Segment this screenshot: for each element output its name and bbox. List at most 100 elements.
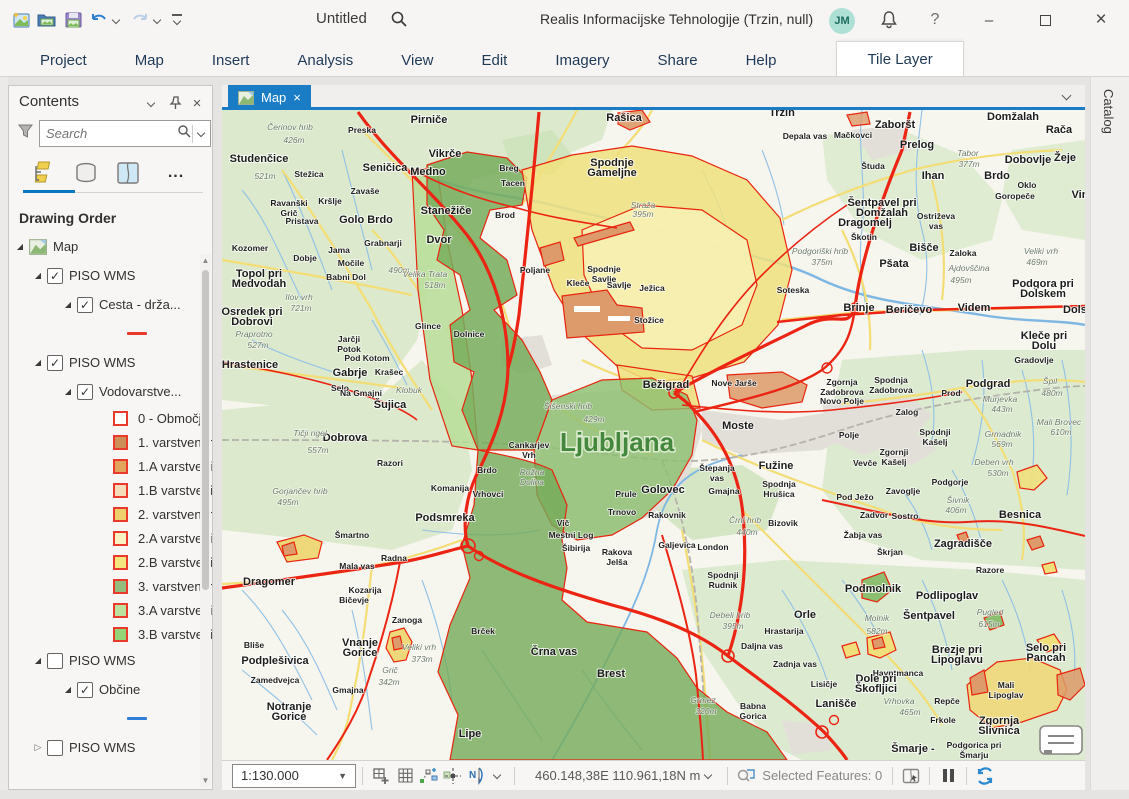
layer-visibility-checkbox[interactable]: ✓ xyxy=(77,297,93,313)
group-row[interactable]: ◢PISO WMS xyxy=(9,646,212,675)
scale-combobox[interactable]: 1:130.000 ▼ xyxy=(232,764,356,788)
pin-icon[interactable] xyxy=(166,95,184,111)
panel-close-icon[interactable]: × xyxy=(188,95,206,111)
select-features-icon[interactable] xyxy=(899,765,923,787)
open-project-icon[interactable] xyxy=(34,7,60,33)
group-row[interactable]: ◢✓PISO WMS xyxy=(9,348,212,377)
zoom-to-selection-icon[interactable] xyxy=(734,765,758,787)
group-row[interactable]: ▷PISO WMS xyxy=(9,733,212,762)
map-label: Vikrče xyxy=(429,148,462,160)
pause-drawing-icon[interactable] xyxy=(936,765,960,787)
layer-visibility-checkbox[interactable]: ✓ xyxy=(77,384,93,400)
redo-button[interactable] xyxy=(127,7,153,33)
line-symbol-row[interactable] xyxy=(9,319,212,348)
help-button[interactable]: ? xyxy=(912,0,958,40)
ribbon-tab-analysis[interactable]: Analysis xyxy=(273,45,377,76)
layer-visibility-checkbox[interactable]: ✓ xyxy=(47,355,63,371)
map-label: Zadnja vas xyxy=(773,659,817,669)
new-map-grid-icon[interactable] xyxy=(369,765,393,787)
expander-icon[interactable]: ◢ xyxy=(63,685,73,694)
legend-item[interactable]: 3.B varstveni xyxy=(9,622,212,646)
undo-dropdown-icon[interactable] xyxy=(112,16,121,25)
avatar[interactable]: JM xyxy=(829,8,855,34)
ribbon-tab-share[interactable]: Share xyxy=(634,45,722,76)
more-options-button[interactable]: ... xyxy=(161,158,191,188)
map-label: Dobje xyxy=(293,253,317,263)
snapping-icon[interactable] xyxy=(441,765,465,787)
ribbon-tab-imagery[interactable]: Imagery xyxy=(531,45,633,76)
ribbon-tab-project[interactable]: Project xyxy=(16,45,111,76)
legend-item[interactable]: 2.A varstveni xyxy=(9,526,212,550)
legend-item[interactable]: 2.B varstveni xyxy=(9,550,212,574)
map-tab-close-icon[interactable]: × xyxy=(293,90,301,105)
line-symbol-row[interactable] xyxy=(9,704,212,733)
list-by-selection-icon[interactable] xyxy=(113,158,143,188)
undo-button[interactable] xyxy=(86,7,112,33)
search-magnifier-icon[interactable] xyxy=(177,124,192,144)
layer-visibility-checkbox[interactable]: ✓ xyxy=(77,682,93,698)
layer-visibility-checkbox[interactable] xyxy=(47,653,63,669)
search-options-chevron-icon[interactable] xyxy=(197,129,206,138)
customize-quick-access-icon[interactable] xyxy=(172,14,182,26)
ribbon-tab-help[interactable]: Help xyxy=(722,45,801,76)
map-label: Podgrad xyxy=(966,378,1011,390)
map-label: Šmartno xyxy=(335,529,369,540)
legend-item[interactable]: 1.A varstveni xyxy=(9,454,212,478)
redo-dropdown-icon[interactable] xyxy=(153,16,162,25)
expander-icon[interactable]: ◢ xyxy=(33,358,43,367)
close-button[interactable]: × xyxy=(1078,0,1124,40)
map-attribution-button[interactable] xyxy=(1040,726,1082,754)
layer-row[interactable]: ◢✓Vodovarstve... xyxy=(9,377,212,406)
filter-icon[interactable] xyxy=(17,123,34,145)
north-options-chevron-icon[interactable] xyxy=(493,771,502,780)
ribbon-tab-map[interactable]: Map xyxy=(111,45,188,76)
map-canvas[interactable]: PirničePreskaČerinov hrib426mStudenčice5… xyxy=(222,110,1085,760)
legend-item[interactable]: 2. varstveni re xyxy=(9,502,212,526)
expander-icon[interactable]: ◢ xyxy=(33,656,43,665)
expander-icon[interactable]: ▷ xyxy=(33,742,43,753)
map-label: Polje xyxy=(839,430,860,440)
edit-vertices-icon[interactable] xyxy=(417,765,441,787)
contents-scrollbar[interactable]: ▲ ▼ xyxy=(200,254,211,787)
expander-icon[interactable]: ◢ xyxy=(63,387,73,396)
map-label: 440m xyxy=(736,527,757,537)
group-row[interactable]: ◢✓PISO WMS xyxy=(9,261,212,290)
save-project-icon[interactable] xyxy=(60,7,86,33)
legend-item[interactable]: 3. varstveni re xyxy=(9,574,212,598)
north-arrow-icon[interactable]: N xyxy=(465,765,489,787)
catalog-dock-tab[interactable]: Catalog xyxy=(1101,89,1116,134)
new-project-icon[interactable] xyxy=(8,7,34,33)
expander-icon[interactable]: ◢ xyxy=(63,300,73,309)
map-row[interactable]: ◢Map xyxy=(9,232,212,261)
refresh-icon[interactable] xyxy=(973,765,997,787)
coordinates-chevron-icon[interactable] xyxy=(704,771,713,780)
minimize-button[interactable]: – xyxy=(966,0,1012,40)
ribbon-tab-insert[interactable]: Insert xyxy=(188,45,274,76)
grid-icon[interactable] xyxy=(393,765,417,787)
line-symbol[interactable] xyxy=(127,717,147,720)
search-input[interactable] xyxy=(40,126,177,141)
coordinates-readout[interactable]: 460.148,38E 110.961,18N m xyxy=(535,768,700,783)
list-by-drawing-order-icon[interactable] xyxy=(29,158,59,188)
notifications-bell-icon[interactable] xyxy=(880,10,898,34)
panel-menu-chevron-icon[interactable] xyxy=(142,95,160,111)
list-by-data-source-icon[interactable] xyxy=(71,158,101,188)
search-icon[interactable] xyxy=(390,10,408,33)
legend-item[interactable]: 0 - Območje z xyxy=(9,406,212,430)
legend-item[interactable]: 3.A varstveni xyxy=(9,598,212,622)
view-tabs-chevron-icon[interactable] xyxy=(1062,91,1071,100)
legend-item[interactable]: 1. varstveni re xyxy=(9,430,212,454)
map-label: Čerinov hrib xyxy=(267,122,313,132)
expander-icon[interactable]: ◢ xyxy=(33,271,43,280)
line-symbol[interactable] xyxy=(127,332,147,335)
ribbon-tab-view[interactable]: View xyxy=(377,45,457,76)
layer-visibility-checkbox[interactable]: ✓ xyxy=(47,268,63,284)
layer-row[interactable]: ◢✓Cesta - drža... xyxy=(9,290,212,319)
ribbon-tab-edit[interactable]: Edit xyxy=(458,45,532,76)
expander-icon[interactable]: ◢ xyxy=(15,242,25,251)
maximize-button[interactable] xyxy=(1022,0,1068,40)
legend-item[interactable]: 1.B varstveni xyxy=(9,478,212,502)
ribbon-tab-tile-layer[interactable]: Tile Layer xyxy=(836,41,963,76)
layer-visibility-checkbox[interactable] xyxy=(47,740,63,756)
layer-row[interactable]: ◢✓Občine xyxy=(9,675,212,704)
